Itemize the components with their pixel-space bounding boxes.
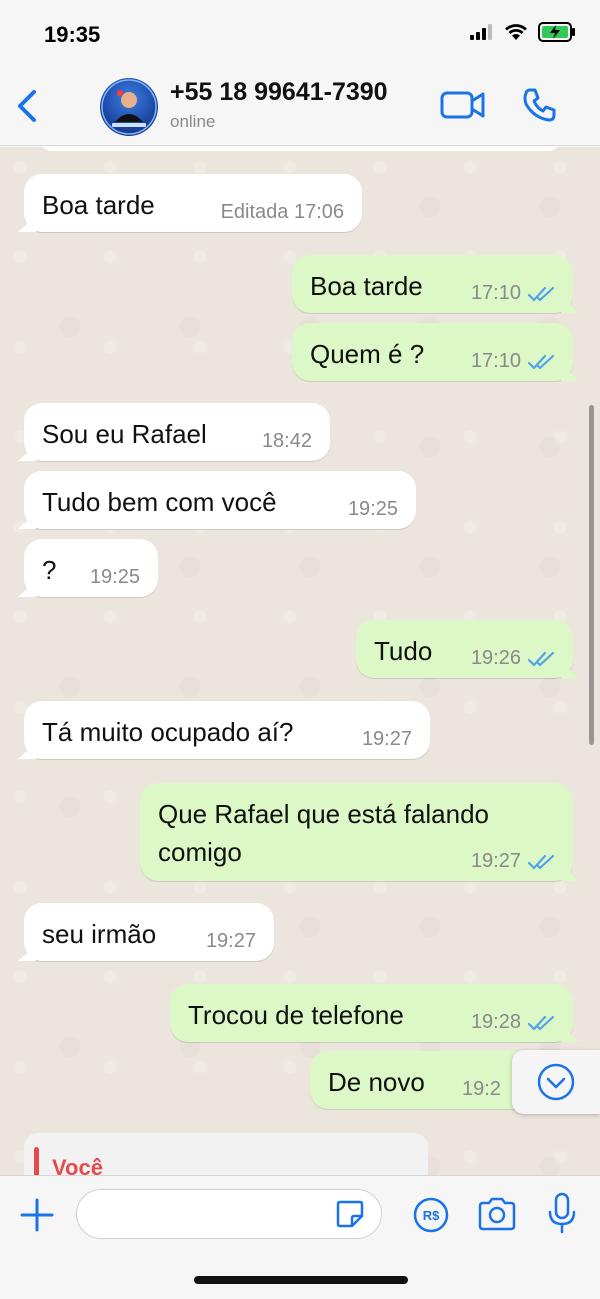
message-time: 18:42 bbox=[261, 430, 312, 452]
video-call-icon[interactable] bbox=[440, 88, 486, 122]
message-incoming[interactable]: Tá muito ocupado aí? 19:27 bbox=[18, 701, 430, 759]
status-icons bbox=[470, 22, 576, 42]
scroll-to-bottom-button[interactable] bbox=[512, 1050, 600, 1114]
back-chevron-icon[interactable] bbox=[10, 84, 46, 128]
message-time: 19:27 bbox=[361, 728, 412, 750]
message-incoming[interactable]: ? 19:25 bbox=[18, 539, 158, 597]
message-meta: 19:25 bbox=[90, 566, 140, 589]
message-meta: 19:2 bbox=[462, 1078, 501, 1101]
wifi-icon bbox=[505, 24, 527, 40]
message-time: 19:26 bbox=[470, 647, 521, 669]
scroll-indicator[interactable] bbox=[589, 405, 594, 745]
avatar-image bbox=[101, 79, 157, 135]
plus-icon[interactable] bbox=[18, 1196, 56, 1234]
message-text: Boa tarde bbox=[42, 190, 155, 220]
message-outgoing[interactable]: Quem é ? 17:10 bbox=[292, 323, 579, 381]
message-text: seu irmão bbox=[42, 919, 157, 949]
message-meta: 19:27 bbox=[471, 850, 557, 873]
message-outgoing[interactable]: Boa tarde 17:10 bbox=[292, 255, 579, 313]
bubble-tail bbox=[561, 365, 579, 381]
double-check-icon bbox=[527, 354, 555, 369]
message-text: Tá muito ocupado aí? bbox=[42, 717, 294, 747]
svg-text:R$: R$ bbox=[423, 1208, 440, 1223]
bubble-tail bbox=[18, 445, 36, 461]
signal-icon bbox=[470, 24, 492, 40]
bubble-tail bbox=[18, 743, 36, 759]
status-time: 19:35 bbox=[44, 22, 101, 47]
payment-icon[interactable]: R$ bbox=[412, 1196, 450, 1234]
reply-sender: Você bbox=[52, 1155, 103, 1175]
bubble-tail bbox=[18, 513, 36, 529]
contact-status: online bbox=[170, 112, 216, 131]
chevron-down-icon bbox=[537, 1063, 575, 1101]
bubble-tail bbox=[561, 865, 579, 881]
message-text: De novo bbox=[328, 1067, 425, 1097]
message-time: 17:10 bbox=[470, 282, 521, 304]
message-incoming[interactable]: seu irmão 19:27 bbox=[18, 903, 274, 961]
message-time: 19:27 bbox=[205, 930, 256, 952]
bubble-tail bbox=[561, 1026, 579, 1042]
message-text-line-1: Que Rafael que está falando bbox=[158, 799, 490, 829]
message-text: Boa tarde bbox=[310, 271, 423, 301]
microphone-icon[interactable] bbox=[546, 1192, 578, 1236]
message-meta: 17:10 bbox=[471, 350, 557, 373]
double-check-icon bbox=[527, 286, 555, 301]
message-time: 19:25 bbox=[347, 498, 398, 520]
message-incoming[interactable]: Sou eu Rafael 18:42 bbox=[18, 403, 330, 461]
message-incoming[interactable]: Boa tarde Editada 17:06 bbox=[18, 174, 362, 232]
message-outgoing[interactable]: Que Rafael que está falando comigo 19:27 bbox=[140, 783, 579, 881]
message-meta: 19:27 bbox=[362, 728, 412, 751]
message-incoming[interactable]: Tudo bem com você 19:25 bbox=[18, 471, 416, 529]
message-meta: Editada 17:06 bbox=[221, 201, 344, 224]
message-time: 19:2 bbox=[462, 1078, 501, 1100]
message-time: 19:27 bbox=[470, 850, 521, 872]
message-text: ? bbox=[42, 555, 57, 585]
reply-accent-bar bbox=[34, 1147, 39, 1175]
message-text: Trocou de telefone bbox=[188, 1000, 404, 1030]
double-check-icon bbox=[527, 1015, 555, 1030]
camera-icon[interactable] bbox=[476, 1196, 518, 1232]
chat-area[interactable]: Boa tarde Editada 17:06 Boa tarde 17:10 … bbox=[0, 147, 600, 1175]
double-check-icon bbox=[527, 651, 555, 666]
message-edited-time: Editada 17:06 bbox=[220, 201, 344, 223]
message-text: Quem é ? bbox=[310, 339, 425, 369]
message-meta: 17:10 bbox=[471, 282, 557, 305]
reply-preview[interactable]: Você bbox=[24, 1133, 428, 1175]
bubble-tail bbox=[561, 297, 579, 313]
status-bar: 19:35 bbox=[0, 0, 600, 70]
message-meta: 19:25 bbox=[348, 498, 398, 521]
double-check-icon bbox=[527, 854, 555, 869]
message-meta: 19:26 bbox=[471, 647, 557, 670]
chat-header: +55 18 99641-7390 online bbox=[0, 70, 600, 146]
message-outgoing[interactable]: Trocou de telefone 19:28 bbox=[170, 984, 579, 1042]
message-meta: 18:42 bbox=[262, 430, 312, 453]
contact-name[interactable]: +55 18 99641-7390 bbox=[170, 78, 388, 107]
bubble-tail bbox=[18, 581, 36, 597]
message-text: Sou eu Rafael bbox=[42, 419, 207, 449]
previous-bubble-edge bbox=[40, 147, 560, 151]
home-indicator[interactable] bbox=[194, 1276, 408, 1284]
bubble-tail bbox=[18, 945, 36, 961]
message-text: Tudo bbox=[374, 636, 433, 666]
message-time: 19:28 bbox=[470, 1011, 521, 1033]
bubble-tail bbox=[561, 662, 579, 678]
avatar[interactable] bbox=[100, 78, 158, 136]
message-time: 19:25 bbox=[89, 566, 140, 588]
battery-charging-icon bbox=[538, 22, 575, 42]
message-meta: 19:28 bbox=[471, 1011, 557, 1034]
message-time: 17:10 bbox=[470, 350, 521, 372]
sticker-icon[interactable] bbox=[334, 1198, 366, 1230]
bubble-tail bbox=[18, 216, 36, 232]
message-meta: 19:27 bbox=[206, 930, 256, 953]
message-text: Tudo bem com você bbox=[42, 487, 277, 517]
message-outgoing[interactable]: Tudo 19:26 bbox=[356, 620, 579, 678]
phone-icon[interactable] bbox=[520, 86, 558, 124]
